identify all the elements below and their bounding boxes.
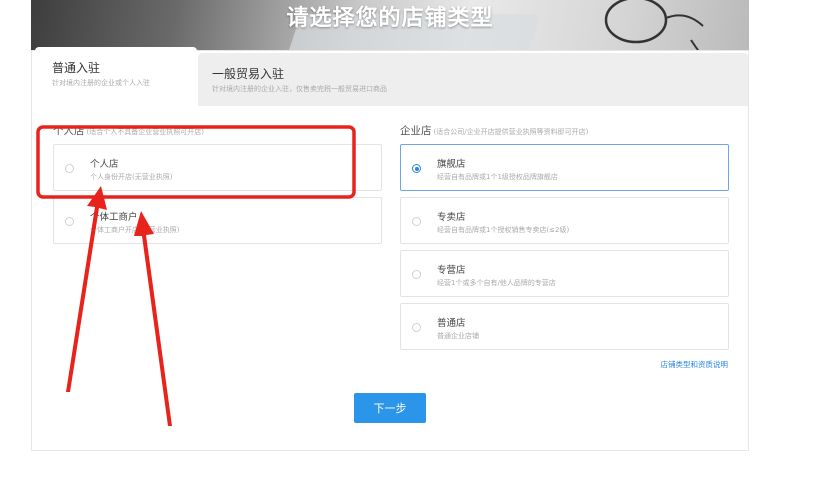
option-desc: 经营自有品牌或1个授权销售专卖店(≤2级) [437, 226, 570, 234]
option-desc: 个人身份开店(无营业执照) [90, 173, 173, 181]
personal-heading-hint: (适合个人不具备企业营业执照可开店) [86, 128, 204, 136]
tab-general-trade-label: 一般贸易入驻 [212, 67, 285, 81]
store-type-panel: 一般贸易入驻 针对境内注册的企业入驻，仅售卖完税一般贸易进口商品 普通入驻 针对… [31, 47, 749, 451]
radio-flagship-store[interactable] [412, 164, 421, 173]
page-title: 请选择您的店铺类型 [286, 6, 494, 31]
option-title: 旗舰店 [437, 159, 466, 170]
option-title: 专营店 [437, 265, 466, 276]
option-title: 个人店 [90, 159, 119, 170]
option-exclusive-store[interactable]: 专卖店 经营自有品牌或1个授权销售专卖店(≤2级) [400, 197, 729, 244]
radio-individual-business[interactable] [65, 217, 74, 226]
entry-tabs: 一般贸易入驻 针对境内注册的企业入驻，仅售卖完税一般贸易进口商品 普通入驻 针对… [32, 47, 748, 106]
option-desc: 经营1个或多个自有/他人品牌的专营店 [437, 279, 556, 287]
option-title: 普通店 [437, 318, 466, 329]
radio-exclusive-store[interactable] [412, 217, 421, 226]
tab-normal-entry-subtitle: 针对境内注册的企业或个人入驻 [52, 79, 150, 87]
tab-general-trade[interactable]: 一般贸易入驻 针对境内注册的企业入驻，仅售卖完税一般贸易进口商品 [198, 53, 748, 106]
option-desc: 经营自有品牌或1个1级授权品牌旗舰店 [437, 173, 558, 181]
option-flagship-store[interactable]: 旗舰店 经营自有品牌或1个1级授权品牌旗舰店 [400, 144, 729, 191]
store-type-help-link[interactable]: 店铺类型和资质说明 [661, 359, 729, 370]
enterprise-section-heading: 企业店 (适合公司/企业开店提供营业执照等资料即可开店) [400, 123, 588, 138]
radio-personal-store[interactable] [65, 164, 74, 173]
option-desc: 个体工商户开店(有营业执照) [90, 226, 180, 234]
option-title: 专卖店 [437, 212, 466, 223]
tab-general-trade-subtitle: 针对境内注册的企业入驻，仅售卖完税一般贸易进口商品 [212, 85, 387, 93]
option-personal-store[interactable]: 个人店 个人身份开店(无营业执照) [53, 144, 382, 191]
option-regular-store[interactable]: 普通店 普通企业店铺 [400, 303, 729, 350]
option-title: 个体工商户 [90, 212, 138, 223]
radio-regular-store[interactable] [412, 323, 421, 332]
store-type-page: 请选择您的店铺类型 一般贸易入驻 针对境内注册的企业入驻，仅售卖完税一般贸易进口… [0, 0, 818, 480]
personal-section-heading: 个人店 (适合个人不具备企业营业执照可开店) [53, 123, 204, 138]
option-desc: 普通企业店铺 [437, 332, 479, 340]
personal-heading-text: 个人店 [53, 125, 85, 137]
option-individual-business[interactable]: 个体工商户 个体工商户开店(有营业执照) [53, 197, 382, 244]
radio-specialty-store[interactable] [412, 270, 421, 279]
tab-normal-entry-label: 普通入驻 [52, 61, 101, 75]
next-step-button[interactable]: 下一步 [354, 393, 426, 423]
enterprise-heading-hint: (适合公司/企业开店提供营业执照等资料即可开店) [433, 128, 589, 136]
option-specialty-store[interactable]: 专营店 经营1个或多个自有/他人品牌的专营店 [400, 250, 729, 297]
enterprise-heading-text: 企业店 [400, 125, 432, 137]
tab-normal-entry[interactable]: 普通入驻 针对境内注册的企业或个人入驻 [35, 47, 197, 105]
